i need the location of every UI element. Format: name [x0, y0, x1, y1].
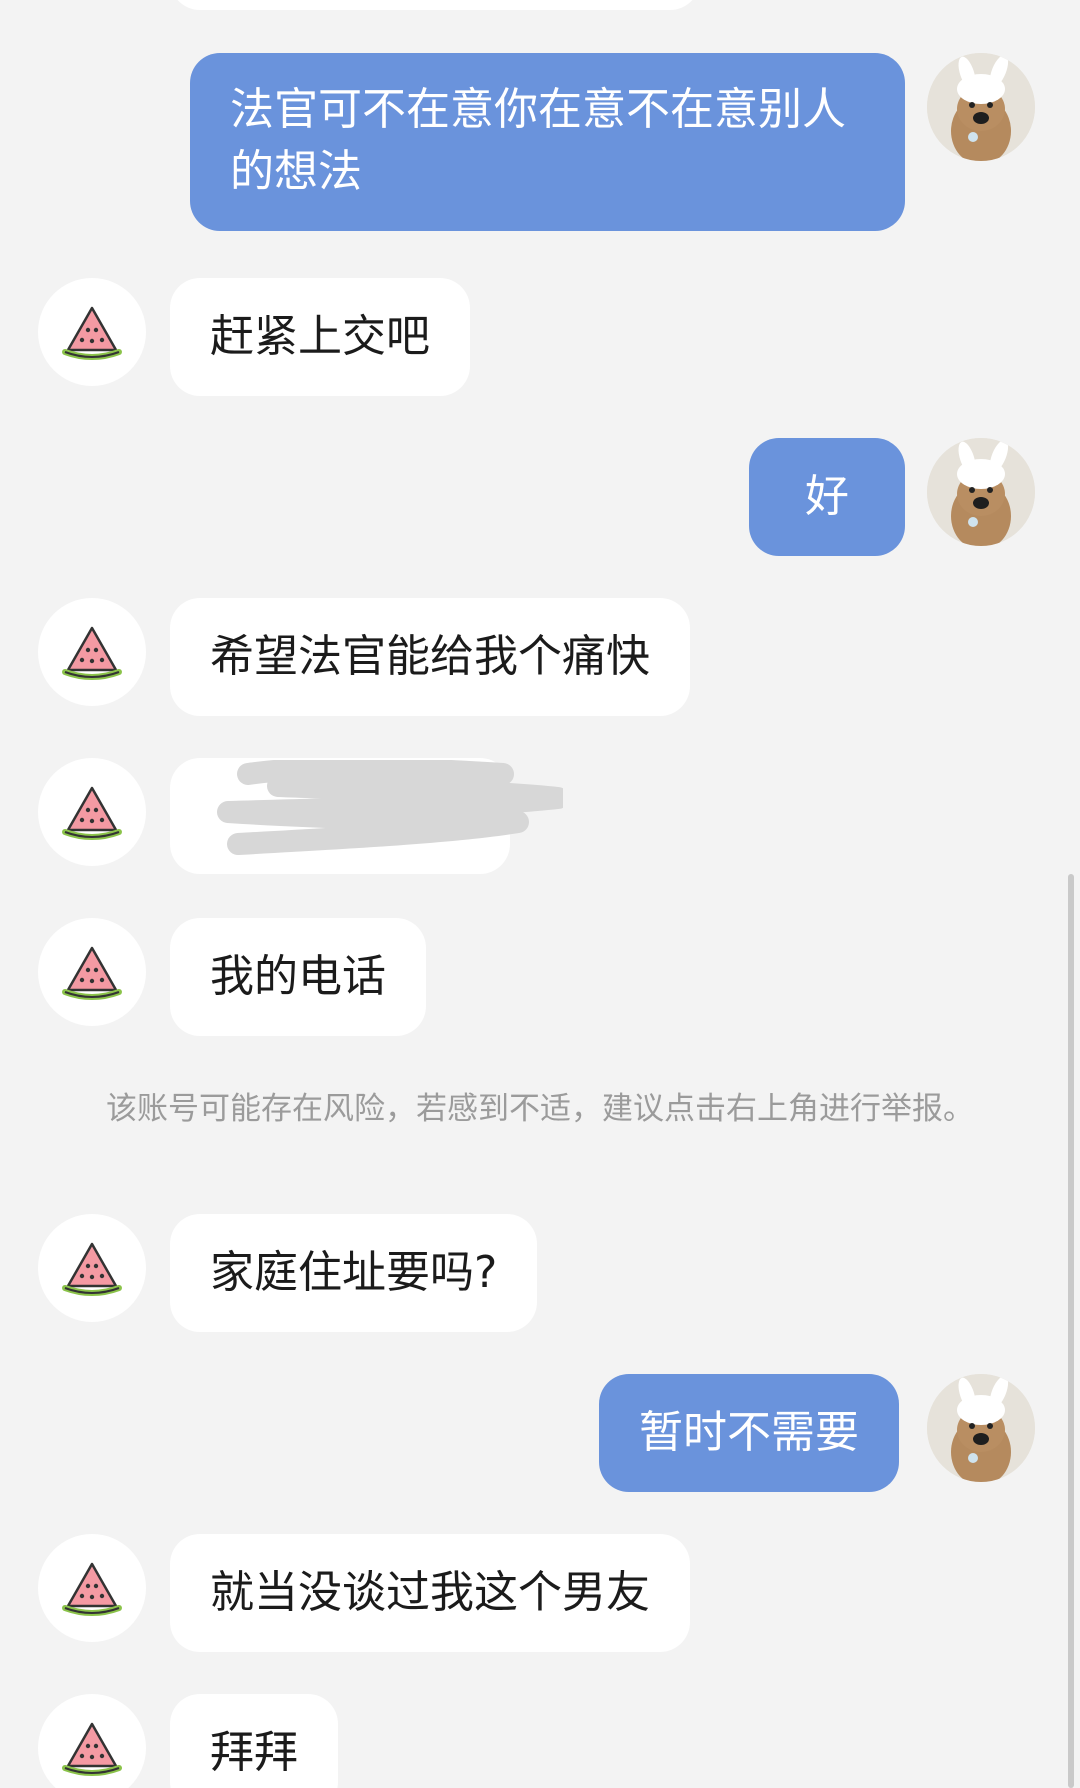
message-text: 暂时不需要 — [639, 1407, 859, 1458]
watermelon-icon — [62, 1242, 122, 1296]
risk-warning-notice: 该账号可能存在风险，若感到不适，建议点击右上角进行举报。 — [106, 1091, 974, 1127]
message-text: 赶紧上交吧 — [210, 311, 430, 362]
contact-avatar[interactable] — [38, 1694, 146, 1788]
message-bubble-other[interactable]: 希望法官能给我个痛快 — [170, 598, 690, 716]
contact-avatar[interactable] — [38, 278, 146, 386]
partial-message-bubble — [170, 0, 700, 10]
contact-avatar[interactable] — [38, 1214, 146, 1322]
chat-thread[interactable]: 法官可不在意你在意不在意别人的想法 赶紧上交吧 好 希望法官能给我个痛快 我的电… — [0, 0, 1080, 1788]
message-text: 就当没谈过我这个男友 — [210, 1567, 650, 1618]
scrollbar[interactable] — [1068, 874, 1074, 1788]
message-bubble-other[interactable]: 家庭住址要吗? — [170, 1214, 538, 1332]
contact-avatar[interactable] — [38, 1534, 146, 1642]
self-avatar[interactable] — [927, 1374, 1035, 1482]
message-text: 我的电话 — [210, 951, 386, 1002]
redaction-scribble — [217, 760, 563, 855]
message-bubble-self[interactable]: 好 — [749, 438, 905, 556]
message-bubble-other[interactable]: 就当没谈过我这个男友 — [170, 1534, 690, 1652]
watermelon-icon — [62, 306, 122, 360]
self-avatar[interactable] — [927, 438, 1035, 546]
message-bubble-other[interactable]: 我的电话 — [170, 918, 426, 1036]
contact-avatar[interactable] — [38, 598, 146, 706]
message-text: 好 — [805, 471, 849, 522]
watermelon-icon — [62, 786, 122, 840]
plush-dog-icon — [927, 1374, 1035, 1482]
message-bubble-other[interactable]: 拜拜 — [170, 1694, 338, 1788]
message-text: 希望法官能给我个痛快 — [210, 631, 650, 682]
message-bubble-self[interactable]: 法官可不在意你在意不在意别人的想法 — [190, 53, 905, 231]
message-text: 拜拜 — [210, 1727, 298, 1778]
contact-avatar[interactable] — [38, 918, 146, 1026]
contact-avatar[interactable] — [38, 758, 146, 866]
watermelon-icon — [62, 1722, 122, 1776]
plush-dog-icon — [927, 438, 1035, 546]
message-text: 法官可不在意你在意不在意别人的想法 — [230, 84, 846, 197]
watermelon-icon — [62, 946, 122, 1000]
message-bubble-self[interactable]: 暂时不需要 — [599, 1374, 899, 1492]
self-avatar[interactable] — [927, 53, 1035, 161]
watermelon-icon — [62, 1562, 122, 1616]
plush-dog-icon — [927, 53, 1035, 161]
watermelon-icon — [62, 626, 122, 680]
message-bubble-other[interactable]: 赶紧上交吧 — [170, 278, 470, 396]
message-text: 家庭住址要吗? — [210, 1247, 498, 1298]
